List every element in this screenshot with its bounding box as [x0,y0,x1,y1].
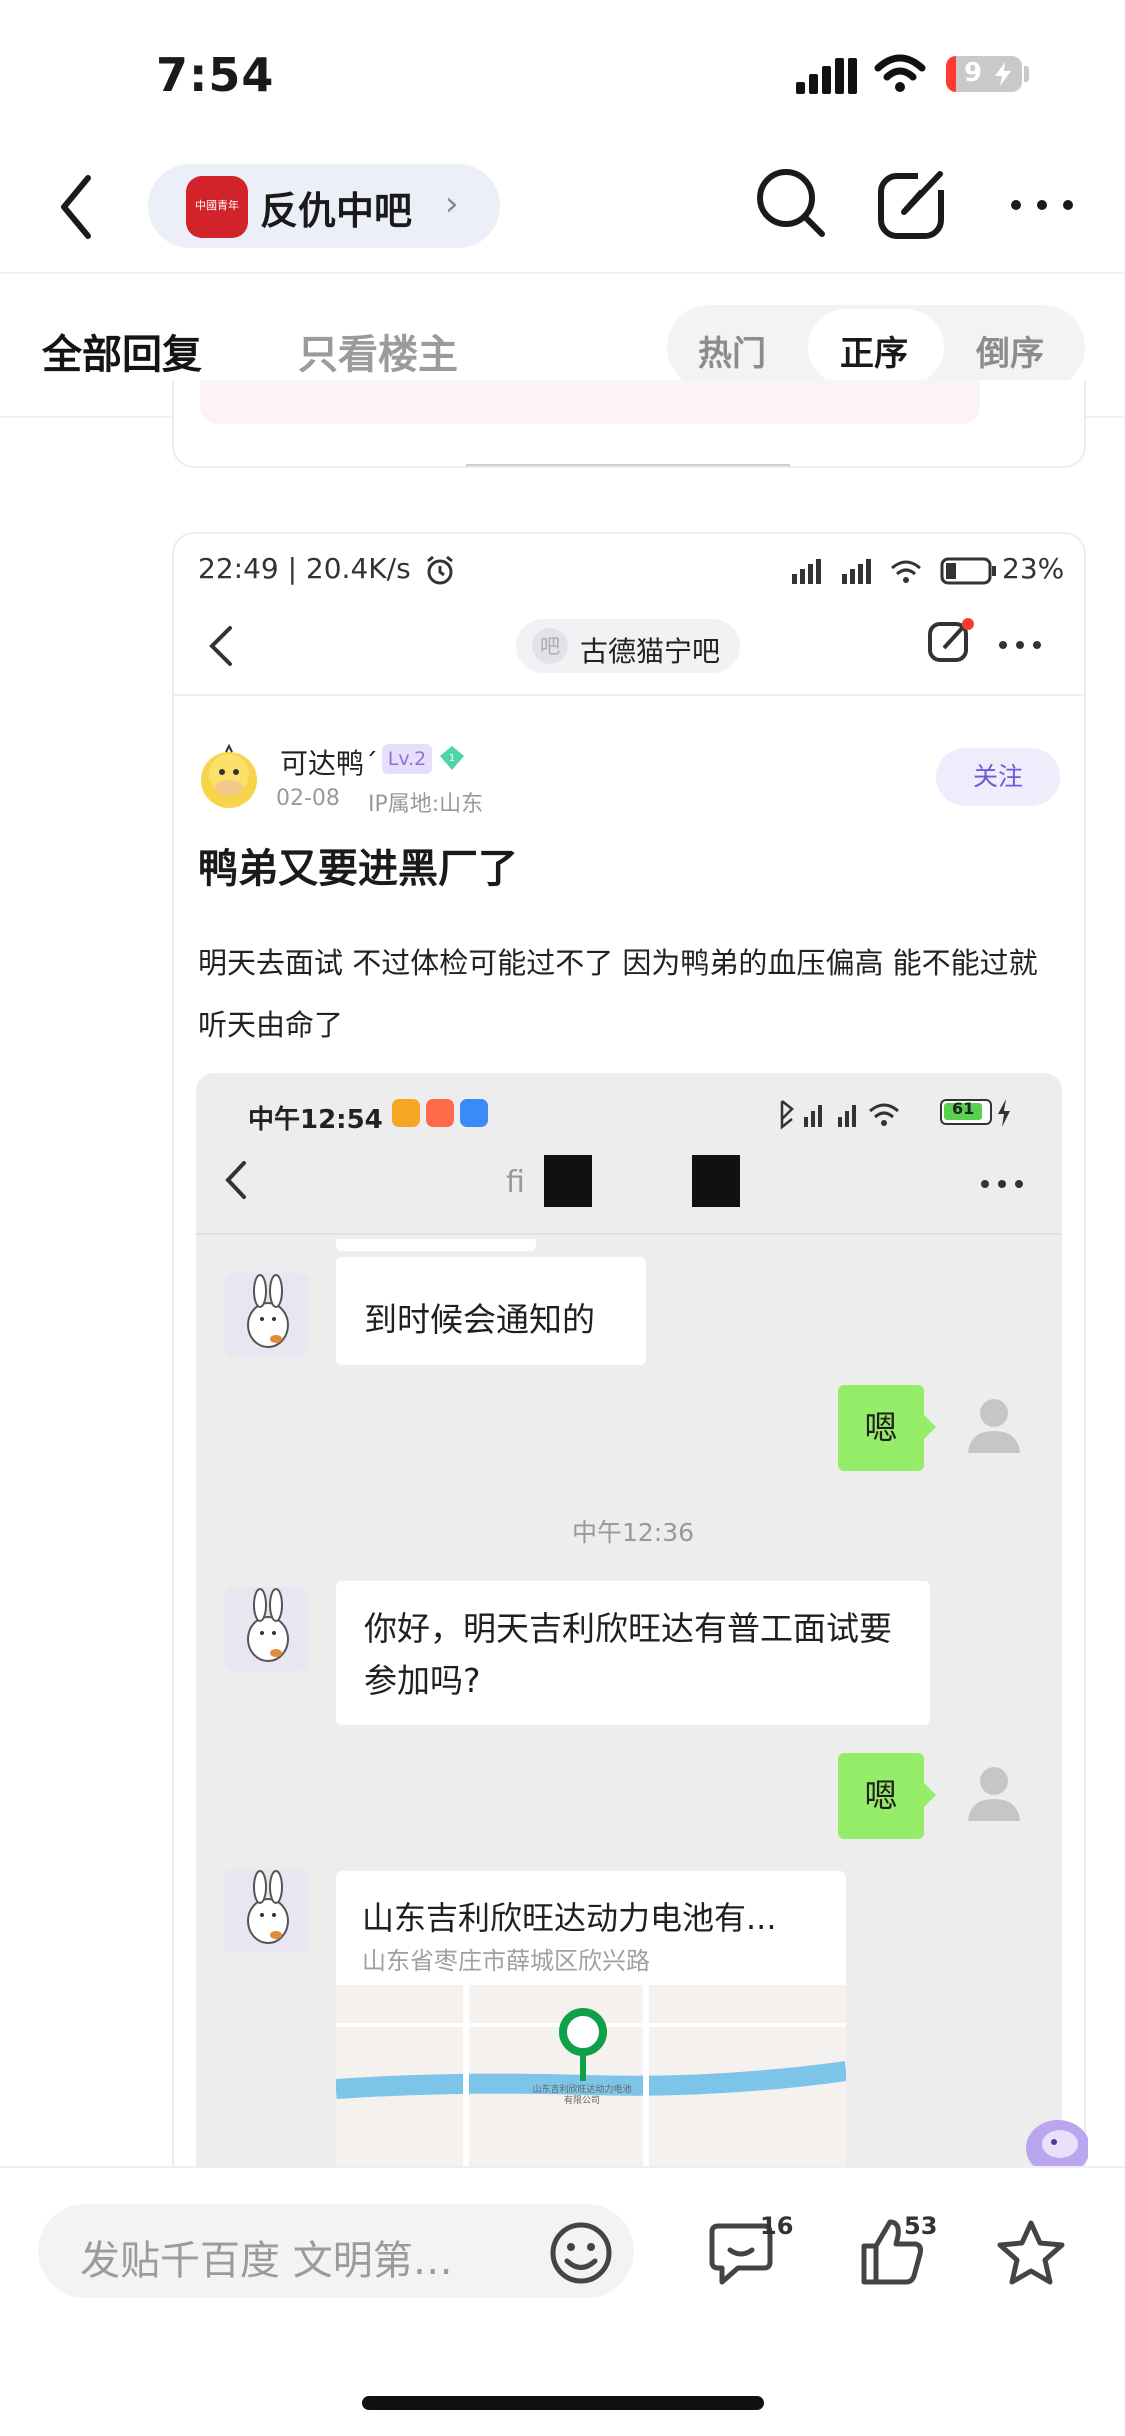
inner-battery-icon [940,557,996,585]
tab-op-only[interactable]: 只看楼主 [298,322,458,380]
location-map: 山东吉利欣旺达动力电池有限公司 [336,1985,846,2173]
favorite-star-icon[interactable] [996,2218,1066,2286]
inner-forum-icon: 吧 [532,628,568,664]
diamond-badge-icon: 1 [440,746,464,770]
floating-mascot-icon[interactable] [1014,2104,1088,2170]
chevron-right-icon: › [445,184,459,224]
location-title: 山东吉利欣旺达动力电池有... [362,1899,777,1937]
location-card: 山东吉利欣旺达动力电池有... 山东省枣庄市薛城区欣兴路 山东吉利欣旺达动力电池… [336,1871,846,2173]
post-title: 鸭弟又要进黑厂了 [198,846,518,892]
previous-reply-card [172,380,1086,468]
map-pin-icon [559,2008,607,2081]
battery-icon: 9 [946,56,1022,92]
tab-all-replies[interactable]: 全部回复 [42,322,202,380]
chat-bubble-sent: 嗯 [838,1753,924,1839]
level-badge: Lv.2 [382,744,432,774]
self-avatar [968,1399,1020,1453]
cellular-signal-icon [796,58,857,94]
inner-signal-icon [792,559,921,584]
chat-timestamp: 中午12:36 [572,1518,695,1547]
redacted-block [692,1155,740,1207]
chat-screenshot: 中午12:54 61 fi 到时候会通知的 嗯 中午12:36 你好，明天吉利欣… [196,1073,1062,2173]
chat-header-partial: fi [506,1165,525,1200]
home-indicator [362,2396,764,2410]
more-icon[interactable] [1010,198,1074,212]
chat-bubble-received: 到时候会通知的 [336,1257,646,1365]
map-pin-label: 山东吉利欣旺达动力电池有限公司 [532,2085,632,2106]
post-ip-location: IP属地:山东 [368,792,484,817]
chat-bubble-sent: 嗯 [838,1385,924,1471]
inner-compose-icon [928,618,974,662]
forum-name[interactable]: 反仇中吧 [260,180,412,235]
app-notif-icon [426,1099,454,1127]
location-address: 山东省枣庄市薛城区欣兴路 [362,1947,650,1975]
sort-descending[interactable]: 倒序 [976,326,1044,375]
nav-divider [0,272,1125,274]
post-body: 明天去面试 不过体检可能过不了 因为鸭弟的血压偏高 能不能过就听天由命了 [198,946,1038,1042]
inner-forum-name: 古德猫宁吧 [580,635,721,668]
comment-count: 16 [760,2212,794,2240]
inner-back-icon [209,626,232,666]
sort-ascending[interactable]: 正序 [840,326,908,375]
forum-logo: 中國青年 [186,176,248,238]
chat-status-icons [780,1100,899,1130]
alarm-icon [427,555,453,585]
reply-input-placeholder: 发贴千百度 文明第… [80,2238,453,2284]
contact-avatar [224,1869,308,1953]
chat-battery-icon: 61 [940,1099,992,1125]
redacted-block [544,1155,592,1207]
svg-text:1: 1 [449,753,455,764]
follow-button: 关注 [936,748,1060,806]
app-notif-icon [392,1099,420,1127]
chat-more-icon [981,1180,1023,1188]
self-avatar [968,1767,1020,1821]
status-bar: 7:54 9 [0,0,1125,140]
chat-bubble-received: 你好，明天吉利欣旺达有普工面试要参加吗? [336,1581,930,1725]
author-name: 可达鸭´ [280,747,379,780]
sort-hot[interactable]: 热门 [698,326,766,375]
chat-status-time: 中午12:54 [248,1105,383,1135]
inner-battery-text: 23% [1002,552,1065,585]
contact-avatar [224,1587,308,1671]
inner-status-time: 22:49 | 20.4K/s [198,552,411,585]
post-date: 02-08 [276,786,340,811]
compose-icon[interactable] [876,168,950,242]
back-icon[interactable] [56,172,96,242]
search-icon[interactable] [754,166,828,242]
emoji-icon[interactable] [548,2220,614,2286]
contact-avatar [224,1273,308,1357]
wifi-icon [874,54,926,92]
author-avatar [201,744,257,808]
app-notif-icon [460,1099,488,1127]
charging-icon [998,1099,1010,1127]
status-time: 7:54 [156,48,275,102]
inner-more-icon [999,641,1041,649]
chat-back-icon [225,1161,246,1199]
like-count: 53 [904,2212,938,2240]
